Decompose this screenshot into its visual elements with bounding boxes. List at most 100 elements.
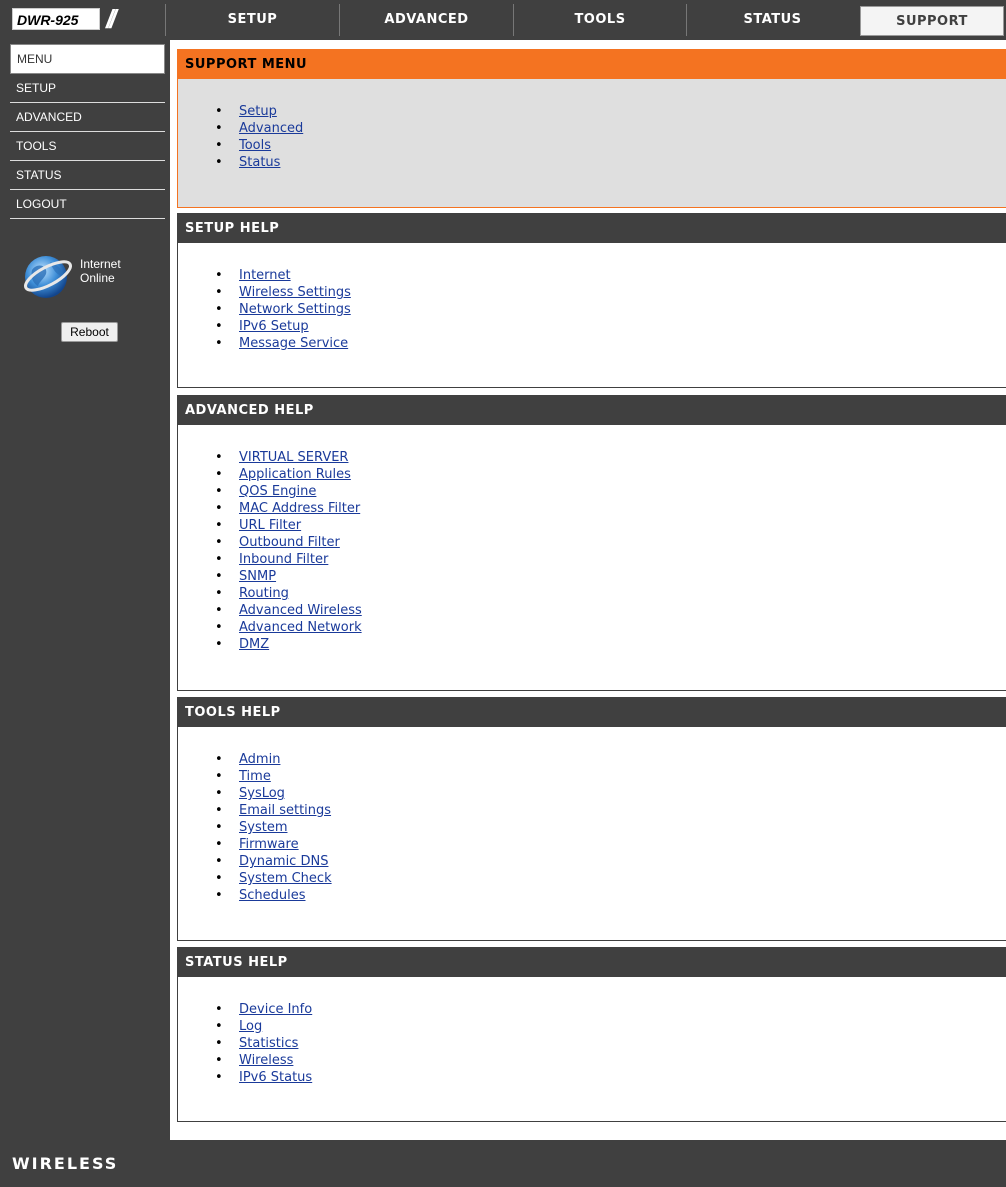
internet-globe-icon xyxy=(24,256,72,298)
link-url-filter[interactable]: URL Filter xyxy=(239,518,301,533)
link-qos-engine[interactable]: QOS Engine xyxy=(239,484,316,499)
sidebar-item-logout[interactable]: LOGOUT xyxy=(10,190,165,219)
list-item: IPv6 Status xyxy=(215,1069,312,1086)
link-inbound-filter[interactable]: Inbound Filter xyxy=(239,552,328,567)
advanced-help-panel: ADVANCED HELP VIRTUAL SERVER Application… xyxy=(177,395,1006,691)
sidebar: MENU SETUP ADVANCED TOOLS STATUS LOGOUT … xyxy=(0,40,170,1171)
link-device-info[interactable]: Device Info xyxy=(239,1002,312,1017)
list-item: Inbound Filter xyxy=(215,551,362,568)
link-email-settings[interactable]: Email settings xyxy=(239,803,331,818)
list-item: Wireless Settings xyxy=(215,284,351,301)
list-item: Setup xyxy=(215,103,303,120)
list-item: SNMP xyxy=(215,568,362,585)
link-log[interactable]: Log xyxy=(239,1019,262,1034)
list-item: Email settings xyxy=(215,802,332,819)
list-item: DMZ xyxy=(215,636,362,653)
link-wireless[interactable]: Wireless xyxy=(239,1053,293,1068)
support-menu-links: Setup Advanced Tools Status xyxy=(215,103,303,171)
list-item: Log xyxy=(215,1018,312,1035)
link-advanced-wireless[interactable]: Advanced Wireless xyxy=(239,603,362,618)
list-item: Status xyxy=(215,154,303,171)
model-name: DWR-925 xyxy=(12,8,100,30)
footer-brand: WIRELESS xyxy=(12,1154,119,1173)
product-logo: DWR-925 // xyxy=(8,4,163,34)
link-status[interactable]: Status xyxy=(239,155,280,170)
link-dynamic-dns[interactable]: Dynamic DNS xyxy=(239,854,328,869)
link-virtual-server[interactable]: VIRTUAL SERVER xyxy=(239,450,348,465)
status-line-internet: Internet xyxy=(80,257,121,271)
tab-advanced[interactable]: ADVANCED xyxy=(339,4,513,36)
tools-help-title: TOOLS HELP xyxy=(178,698,1006,727)
link-snmp[interactable]: SNMP xyxy=(239,569,276,584)
list-item: Network Settings xyxy=(215,301,351,318)
link-setup[interactable]: Setup xyxy=(239,104,277,119)
link-schedules[interactable]: Schedules xyxy=(239,888,306,903)
list-item: Advanced xyxy=(215,120,303,137)
list-item: Admin xyxy=(215,751,332,768)
list-item: IPv6 Setup xyxy=(215,318,351,335)
list-item: Tools xyxy=(215,137,303,154)
link-network-settings[interactable]: Network Settings xyxy=(239,302,351,317)
link-system-check[interactable]: System Check xyxy=(239,871,332,886)
advanced-help-links: VIRTUAL SERVER Application Rules QOS Eng… xyxy=(215,449,362,653)
list-item: Wireless xyxy=(215,1052,312,1069)
link-dmz[interactable]: DMZ xyxy=(239,637,269,652)
reboot-button[interactable]: Reboot xyxy=(61,322,118,342)
list-item: Outbound Filter xyxy=(215,534,362,551)
list-item: Schedules xyxy=(215,887,332,904)
link-ipv6-status[interactable]: IPv6 Status xyxy=(239,1070,312,1085)
tools-help-panel: TOOLS HELP Admin Time SysLog Email setti… xyxy=(177,697,1006,941)
link-admin[interactable]: Admin xyxy=(239,752,280,767)
link-advanced[interactable]: Advanced xyxy=(239,121,303,136)
link-message-service[interactable]: Message Service xyxy=(239,336,348,351)
list-item: Dynamic DNS xyxy=(215,853,332,870)
link-routing[interactable]: Routing xyxy=(239,586,289,601)
tab-tools[interactable]: TOOLS xyxy=(513,4,686,36)
status-help-panel: STATUS HELP Device Info Log Statistics W… xyxy=(177,947,1006,1122)
support-menu-panel: SUPPORT MENU Setup Advanced Tools Status xyxy=(177,49,1006,208)
list-item: Routing xyxy=(215,585,362,602)
status-help-title: STATUS HELP xyxy=(178,948,1006,977)
list-item: QOS Engine xyxy=(215,483,362,500)
tab-support[interactable]: SUPPORT xyxy=(860,6,1004,36)
link-internet[interactable]: Internet xyxy=(239,268,291,283)
link-application-rules[interactable]: Application Rules xyxy=(239,467,351,482)
link-mac-address-filter[interactable]: MAC Address Filter xyxy=(239,501,360,516)
list-item: Time xyxy=(215,768,332,785)
setup-help-panel: SETUP HELP Internet Wireless Settings Ne… xyxy=(177,213,1006,388)
advanced-help-title: ADVANCED HELP xyxy=(178,396,1006,425)
setup-help-links: Internet Wireless Settings Network Setti… xyxy=(215,267,351,352)
sidebar-item-status[interactable]: STATUS xyxy=(10,161,165,190)
connection-status: Internet Online xyxy=(80,257,121,285)
sidebar-item-tools[interactable]: TOOLS xyxy=(10,132,165,161)
list-item: Firmware xyxy=(215,836,332,853)
link-firmware[interactable]: Firmware xyxy=(239,837,299,852)
sidebar-item-advanced[interactable]: ADVANCED xyxy=(10,103,165,132)
list-item: Advanced Network xyxy=(215,619,362,636)
sidebar-menu-header: MENU xyxy=(10,44,165,74)
tools-help-links: Admin Time SysLog Email settings System … xyxy=(215,751,332,904)
link-outbound-filter[interactable]: Outbound Filter xyxy=(239,535,340,550)
tab-setup[interactable]: SETUP xyxy=(165,4,339,36)
sidebar-item-setup[interactable]: SETUP xyxy=(10,74,165,103)
list-item: Application Rules xyxy=(215,466,362,483)
tab-status[interactable]: STATUS xyxy=(686,4,858,36)
link-system[interactable]: System xyxy=(239,820,287,835)
status-help-links: Device Info Log Statistics Wireless IPv6… xyxy=(215,1001,312,1086)
link-ipv6-setup[interactable]: IPv6 Setup xyxy=(239,319,309,334)
list-item: URL Filter xyxy=(215,517,362,534)
list-item: Internet xyxy=(215,267,351,284)
list-item: VIRTUAL SERVER xyxy=(215,449,362,466)
support-menu-title: SUPPORT MENU xyxy=(178,50,1006,79)
link-tools[interactable]: Tools xyxy=(239,138,271,153)
status-line-online: Online xyxy=(80,271,115,285)
link-time[interactable]: Time xyxy=(239,769,271,784)
link-advanced-network[interactable]: Advanced Network xyxy=(239,620,362,635)
link-syslog[interactable]: SysLog xyxy=(239,786,285,801)
list-item: Advanced Wireless xyxy=(215,602,362,619)
link-wireless-settings[interactable]: Wireless Settings xyxy=(239,285,351,300)
logo-slashes: // xyxy=(106,4,117,34)
link-statistics[interactable]: Statistics xyxy=(239,1036,298,1051)
footer-bar: WIRELESS xyxy=(0,1140,1006,1187)
setup-help-title: SETUP HELP xyxy=(178,214,1006,243)
